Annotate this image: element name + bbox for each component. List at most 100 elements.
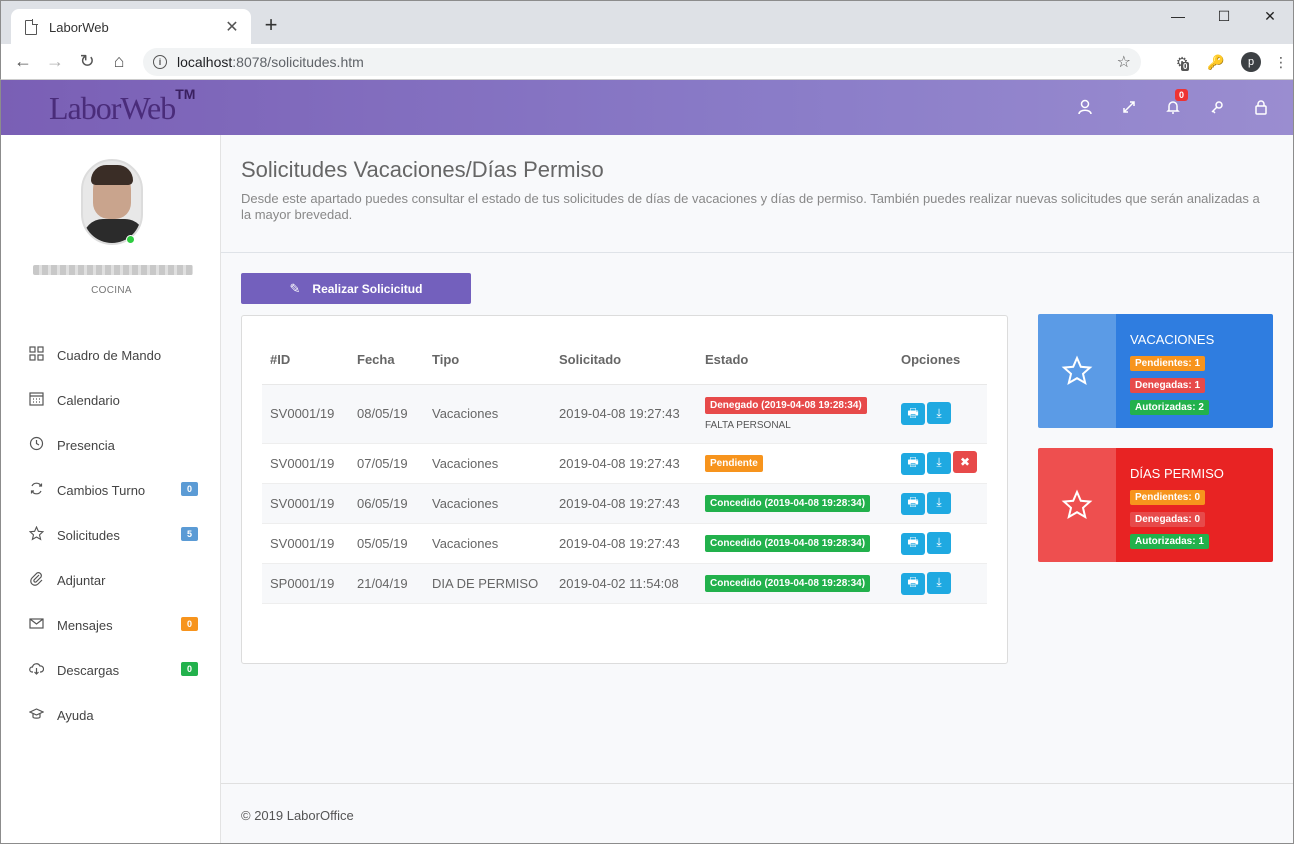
status-badge: Concedido (2019-04-08 19:28:34) [705,495,871,512]
tab-title: LaborWeb [49,19,109,35]
sidebar-item-label: Mensajes [57,618,113,633]
lock-icon[interactable] [1239,95,1283,119]
summary-title: VACACIONES [1130,332,1215,347]
browser-tab[interactable]: LaborWeb ✕ [11,9,251,45]
cell-fecha: 08/05/19 [349,384,424,444]
table-header-row: #ID Fecha Tipo Solicitado Estado Opcione… [262,336,987,385]
summary-icon-area [1038,448,1116,562]
table-row: SP0001/19 21/04/19 DIA DE PERMISO 2019-0… [262,563,987,604]
grid-icon [27,346,45,365]
page-title: Solicitudes Vacaciones/Días Permiso [241,157,604,182]
sidebar-item-label: Calendario [57,393,120,408]
sidebar-item-calendario[interactable]: Calendario [1,378,222,423]
user-icon[interactable] [1063,95,1107,119]
cell-solicitado: 2019-04-08 19:27:43 [551,523,697,564]
page-description: Desde este apartado puedes consultar el … [241,191,1260,222]
paperclip-icon [27,571,45,590]
forward-button[interactable]: → [39,46,71,78]
url-host: localhost [177,54,233,70]
clock-icon [27,436,45,455]
col-header-estado: Estado [697,336,893,385]
cell-tipo: Vacaciones [424,384,551,444]
sidebar-item-cambios-turno[interactable]: Cambios Turno 0 [1,468,222,513]
sidebar-item-mensajes[interactable]: Mensajes 0 [1,603,222,648]
star-icon [1061,489,1093,520]
page-header: Solicitudes Vacaciones/Días Permiso Desd… [221,135,1293,253]
sidebar-item-ayuda[interactable]: Ayuda [1,693,222,738]
user-department: COCINA [91,285,132,296]
cell-opciones: 🖶 ⤓ [893,563,987,604]
app-logo[interactable]: LaborWebTM [49,86,195,127]
profile-avatar[interactable]: p [1241,52,1261,72]
sidebar-item-presencia[interactable]: Presencia [1,423,222,468]
cell-tipo: Vacaciones [424,443,551,484]
address-bar[interactable]: i localhost:8078/solicitudes.htm ☆ [143,48,1141,76]
avatar[interactable] [81,159,143,245]
reload-button[interactable]: ↻ [71,46,103,78]
new-tab-button[interactable]: + [259,13,283,37]
print-button[interactable]: 🖶 [901,452,925,475]
fullscreen-icon[interactable] [1107,95,1151,119]
back-button[interactable]: ← [7,46,39,78]
home-button[interactable]: ⌂ [103,46,135,78]
print-button[interactable]: 🖶 [901,492,925,515]
table-row: SV0001/19 06/05/19 Vacaciones 2019-04-08… [262,483,987,524]
sidebar-badge: 5 [180,527,198,541]
cell-id: SV0001/19 [262,443,349,484]
denegadas-pill: Denegadas: 1 [1130,378,1206,393]
request-button[interactable]: ✎ Realizar Solicicitud [241,273,471,304]
sidebar-item-cuadro-de-mando[interactable]: Cuadro de Mando [1,333,222,378]
cell-estado: Denegado (2019-04-08 19:28:34) FALTA PER… [697,384,893,444]
info-icon[interactable]: i [153,55,167,69]
online-status-dot [126,235,135,244]
cell-estado: Concedido (2019-04-08 19:28:34) [697,523,893,564]
close-window-icon[interactable]: ✕ [1247,1,1293,31]
status-badge: Concedido (2019-04-08 19:28:34) [705,575,871,592]
col-header-fecha: Fecha [349,336,424,385]
star-icon [1061,355,1093,386]
sidebar-item-label: Solicitudes [57,528,120,543]
cloud-download-icon [27,661,45,680]
cell-solicitado: 2019-04-08 19:27:43 [551,483,697,524]
download-button[interactable]: ⤓ [927,571,951,594]
download-button[interactable]: ⤓ [927,451,951,474]
window-controls: — ☐ ✕ [1155,1,1293,31]
autorizadas-pill: Autorizadas: 1 [1130,534,1209,549]
print-button[interactable]: 🖶 [901,572,925,595]
sidebar-item-label: Ayuda [57,708,94,723]
logo-text: LaborWeb [49,90,176,126]
bookmark-star-icon[interactable]: ☆ [1117,52,1131,72]
col-header-solicitado: Solicitado [551,336,697,385]
sidebar-item-solicitudes[interactable]: Solicitudes 5 [1,513,222,558]
sidebar-item-adjuntar[interactable]: Adjuntar [1,558,222,603]
sidebar-item-label: Adjuntar [57,573,106,588]
sidebar: COCINA Cuadro de Mando Calendario Presen… [0,135,221,844]
print-button[interactable]: 🖶 [901,532,925,555]
sidebar-item-descargas[interactable]: Descargas 0 [1,648,222,693]
cell-fecha: 21/04/19 [349,563,424,604]
status-note: FALTA PERSONAL [705,420,791,431]
cell-id: SV0001/19 [262,384,349,444]
download-button[interactable]: ⤓ [927,491,951,514]
delete-button[interactable]: ✖ [953,451,977,474]
close-tab-icon[interactable]: ✕ [223,17,241,37]
footer-copyright: © 2019 LaborOffice [241,808,354,823]
menu-dots-icon[interactable]: ⋮ [1269,54,1293,71]
notifications-bell-icon[interactable]: 0 [1151,89,1195,119]
cell-fecha: 07/05/19 [349,443,424,484]
graduation-cap-icon [27,706,45,725]
maximize-icon[interactable]: ☐ [1201,1,1247,31]
extension-icon[interactable]: ⚙0 [1165,54,1199,71]
cell-opciones: 🖶 ⤓ ✖ [893,443,987,484]
col-header-opciones: Opciones [893,336,987,385]
minimize-icon[interactable]: — [1155,1,1201,31]
key-icon[interactable] [1195,95,1239,119]
download-button[interactable]: ⤓ [927,531,951,554]
summary-vacaciones: VACACIONES Pendientes: 1 Denegadas: 1 Au… [1038,314,1273,428]
table-row: SV0001/19 05/05/19 Vacaciones 2019-04-08… [262,523,987,564]
print-button[interactable]: 🖶 [901,403,925,425]
download-button[interactable]: ⤓ [927,402,951,424]
key-extension-icon[interactable]: 🔑 [1199,54,1233,71]
summary-text-area: VACACIONES Pendientes: 1 Denegadas: 1 Au… [1116,314,1273,428]
avatar-hair [91,165,133,185]
